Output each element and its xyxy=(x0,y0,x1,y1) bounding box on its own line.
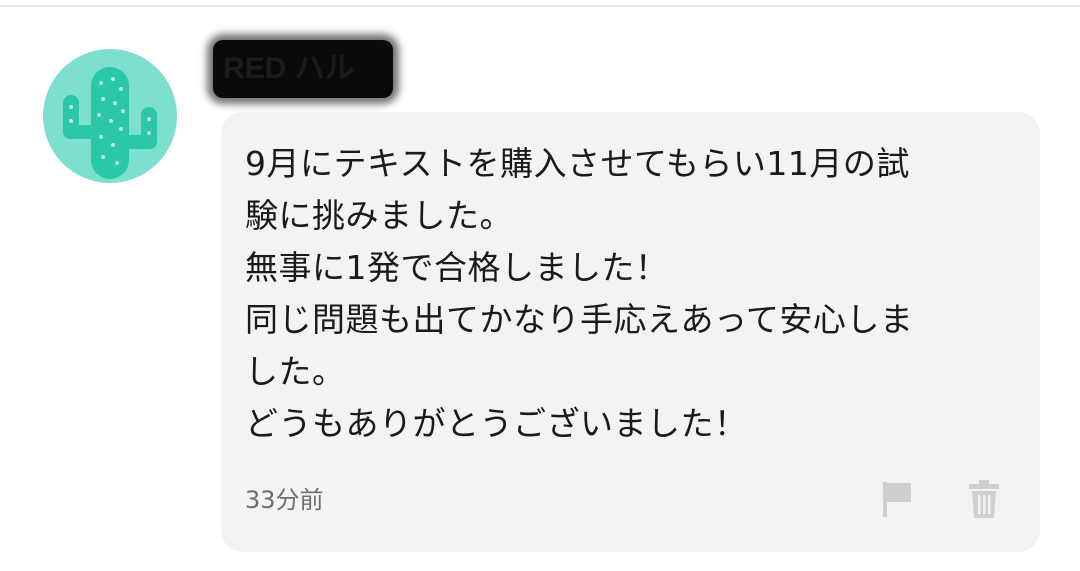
cactus-icon xyxy=(63,67,157,179)
top-divider xyxy=(0,5,1080,7)
comment-screen: RED ハル 9月にテキストを購入させてもらい11月の試 験に挑みました。 無事… xyxy=(0,0,1080,571)
message-line: 無事に1発で合格しました！ xyxy=(245,248,669,287)
timestamp: 33分前 xyxy=(245,486,324,514)
comment-message: 9月にテキストを購入させてもらい11月の試 験に挑みました。 無事に1発で合格し… xyxy=(245,138,1025,450)
comment-bubble: 9月にテキストを購入させてもらい11月の試 験に挑みました。 無事に1発で合格し… xyxy=(221,112,1040,552)
report-button[interactable] xyxy=(877,478,917,520)
trash-icon xyxy=(969,480,999,518)
delete-button[interactable] xyxy=(964,478,1004,520)
username[interactable]: RED ハル xyxy=(213,40,393,98)
message-line: 同じ問題も出てかなり手応えあって安心しま xyxy=(245,300,914,339)
flag-icon xyxy=(883,482,911,517)
avatar[interactable] xyxy=(43,49,177,183)
message-line: した。 xyxy=(245,352,346,391)
message-line: どうもありがとうございました！ xyxy=(245,404,748,443)
message-line: 験に挑みました。 xyxy=(245,196,513,235)
message-line: 9月にテキストを購入させてもらい11月の試 xyxy=(245,144,910,183)
